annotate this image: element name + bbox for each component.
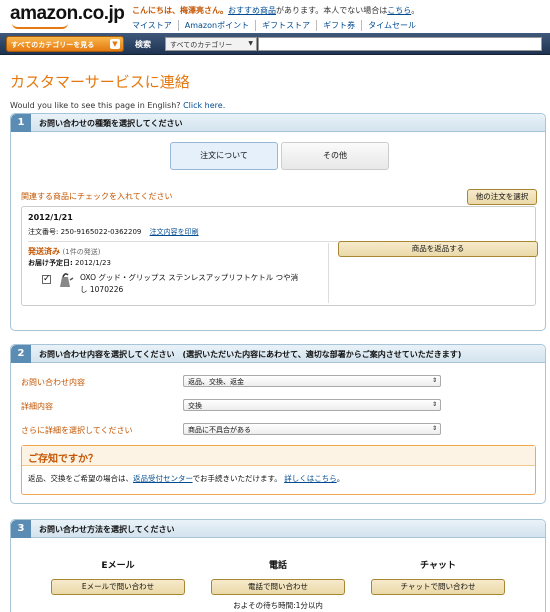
order-date: 2012/1/21: [28, 213, 73, 222]
detail-content-label: 詳細内容: [21, 402, 53, 411]
notice-pre: 返品、交換をご希望の場合は、: [28, 474, 133, 483]
check-prompt: 関連する商品にチェックを入れてください: [21, 192, 173, 201]
phone-method: 電話 電話で問い合わせ およその待ち時間:1分以内: [211, 558, 345, 611]
notice-mid: でお手続きいただけます。: [192, 474, 282, 483]
shipment-status: 発送済み (1件の発送): [28, 246, 100, 257]
nav-gift-store[interactable]: ギフトストア: [255, 20, 316, 31]
english-prompt: Would you like to see this page in Engli…: [10, 101, 225, 110]
notice-title: ご存知ですか？: [22, 446, 535, 466]
delivery-date: 2012/1/23: [75, 259, 111, 267]
delivery-label: お届け予定日:: [28, 259, 73, 267]
english-prompt-text: Would you like to see this page in Engli…: [10, 101, 181, 110]
email-heading: Eメール: [101, 561, 135, 571]
nav-gift-card[interactable]: ギフト券: [316, 20, 361, 31]
nav-time-sale[interactable]: タイムセール: [361, 20, 422, 31]
nav-amazon-points[interactable]: Amazonポイント: [177, 20, 255, 31]
step2-header: 2 お問い合わせ内容を選択してください (選択いただいた内容にあわせて、適切な部…: [11, 345, 545, 363]
step3-header: 3 お問い合わせ方法を選択してください: [11, 520, 545, 538]
further-detail-value: 商品に不具合がある: [188, 426, 251, 434]
further-detail-select[interactable]: 商品に不具合がある ⇕: [183, 423, 441, 435]
kettle-image: [56, 271, 74, 289]
all-categories-label: すべてのカテゴリーを見る: [11, 41, 95, 49]
print-order-link[interactable]: 注文内容を印刷: [150, 228, 199, 236]
chevron-down-icon: ▼: [110, 39, 120, 49]
notice-end: 。: [336, 474, 345, 483]
search-category-value: すべてのカテゴリー: [170, 41, 233, 49]
step3-title: お問い合わせ方法を選択してください: [39, 525, 175, 534]
recommend-link[interactable]: おすすめ商品: [228, 6, 276, 15]
amazon-logo[interactable]: amazon.co.jp: [10, 3, 125, 29]
step-number: 3: [11, 520, 31, 538]
greeting-end: 。: [411, 6, 420, 15]
chat-method: チャット チャットで問い合わせ: [371, 558, 505, 595]
details-link[interactable]: 詳しくはこちら: [284, 474, 337, 483]
inquiry-content-value: 返品、交換、返金: [188, 378, 244, 386]
step1-panel: 1 お問い合わせの種類を選択してください 注文について その他 関連する商品にチ…: [10, 113, 546, 331]
step1-title: お問い合わせの種類を選択してください: [39, 119, 183, 128]
product-name-line2: し 1070226: [80, 285, 124, 294]
greeting: こんにちは、梅澤亮さん。おすすめ商品があります。本人でない場合はこちら。: [132, 5, 419, 16]
return-item-button[interactable]: 商品を返品する: [338, 241, 538, 257]
email-contact-button[interactable]: Eメールで問い合わせ: [51, 579, 185, 595]
further-detail-label: さらに詳細を選択してください: [21, 426, 133, 435]
select-caret-icon: ▼: [248, 40, 253, 47]
top-nav: マイストア Amazonポイント ギフトストア ギフト券 タイムセール: [132, 20, 422, 31]
step2-title: お問い合わせ内容を選択してください (選択いただいた内容にあわせて、適切な部署か…: [39, 350, 462, 359]
tab-order[interactable]: 注文について: [170, 142, 278, 170]
not-you-link[interactable]: こちら: [387, 6, 411, 15]
select-caret-icon: ⇕: [431, 377, 437, 384]
delivery-line: お届け予定日: 2012/1/23: [28, 258, 111, 268]
search-bar: すべてのカテゴリーを見る ▼ 検索 すべてのカテゴリー ▼: [0, 33, 550, 55]
divider: [328, 243, 329, 303]
inquiry-content-label: お問い合わせ内容: [21, 378, 85, 387]
step1-header: 1 お問い合わせの種類を選択してください: [11, 114, 545, 132]
page-title: カスタマーサービスに連絡: [10, 73, 190, 91]
did-you-know-box: ご存知ですか？ 返品、交換をご希望の場合は、返品受付センターでお手続きいただけま…: [21, 445, 536, 495]
chat-heading: チャット: [420, 561, 456, 571]
product-name-line1: OXO グッド・グリップス ステンレスアップリフトケトル つや消: [80, 273, 299, 282]
greeting-name: こんにちは、梅澤亮さん。: [132, 6, 228, 15]
search-input[interactable]: [258, 37, 542, 51]
shipped-label: 発送済み: [28, 247, 60, 256]
greeting-text: があります。本人でない場合は: [276, 6, 388, 15]
step3-panel: 3 お問い合わせ方法を選択してください Eメール Eメールで問い合わせ 電話 電…: [10, 519, 546, 612]
email-method: Eメール Eメールで問い合わせ: [51, 558, 185, 595]
select-caret-icon: ⇕: [431, 401, 437, 408]
product-checkbox[interactable]: ✓: [42, 275, 51, 284]
return-center-link[interactable]: 返品受付センター: [133, 474, 193, 483]
smile-arrow-icon: [12, 23, 68, 29]
all-categories-button[interactable]: すべてのカテゴリーを見る ▼: [6, 36, 124, 52]
order-number-line: 注文番号: 250-9165022-0362209 注文内容を印刷: [28, 227, 199, 237]
step-number: 2: [11, 345, 31, 363]
inquiry-content-select[interactable]: 返品、交換、返金 ⇕: [183, 375, 441, 387]
step-number: 1: [11, 114, 31, 132]
tab-other[interactable]: その他: [281, 142, 389, 170]
order-number: 注文番号: 250-9165022-0362209: [28, 228, 142, 236]
notice-text: 返品、交換をご希望の場合は、返品受付センターでお手続きいただけます。 詳しくはこ…: [22, 466, 535, 491]
detail-content-value: 交換: [188, 402, 202, 410]
shipped-count: (1件の発送): [62, 248, 101, 256]
phone-contact-button[interactable]: 電話で問い合わせ: [211, 579, 345, 595]
select-caret-icon: ⇕: [431, 425, 437, 432]
chat-contact-button[interactable]: チャットで問い合わせ: [371, 579, 505, 595]
search-category-select[interactable]: すべてのカテゴリー ▼: [165, 37, 257, 51]
nav-my-store[interactable]: マイストア: [132, 20, 178, 31]
other-orders-button[interactable]: 他の注文を選択: [467, 189, 537, 205]
order-box: 2012/1/21 注文番号: 250-9165022-0362209 注文内容…: [21, 206, 538, 306]
detail-content-select[interactable]: 交換 ⇕: [183, 399, 441, 411]
english-link[interactable]: Click here.: [183, 101, 225, 110]
inquiry-type-tabs: 注文について その他: [170, 142, 389, 170]
search-label: 検索: [135, 40, 151, 49]
product-name[interactable]: OXO グッド・グリップス ステンレスアップリフトケトル つや消 し 10702…: [80, 272, 320, 296]
step2-panel: 2 お問い合わせ内容を選択してください (選択いただいた内容にあわせて、適切な部…: [10, 344, 546, 504]
wait-time: およその待ち時間:1分以内: [233, 601, 323, 610]
phone-heading: 電話: [268, 561, 287, 571]
